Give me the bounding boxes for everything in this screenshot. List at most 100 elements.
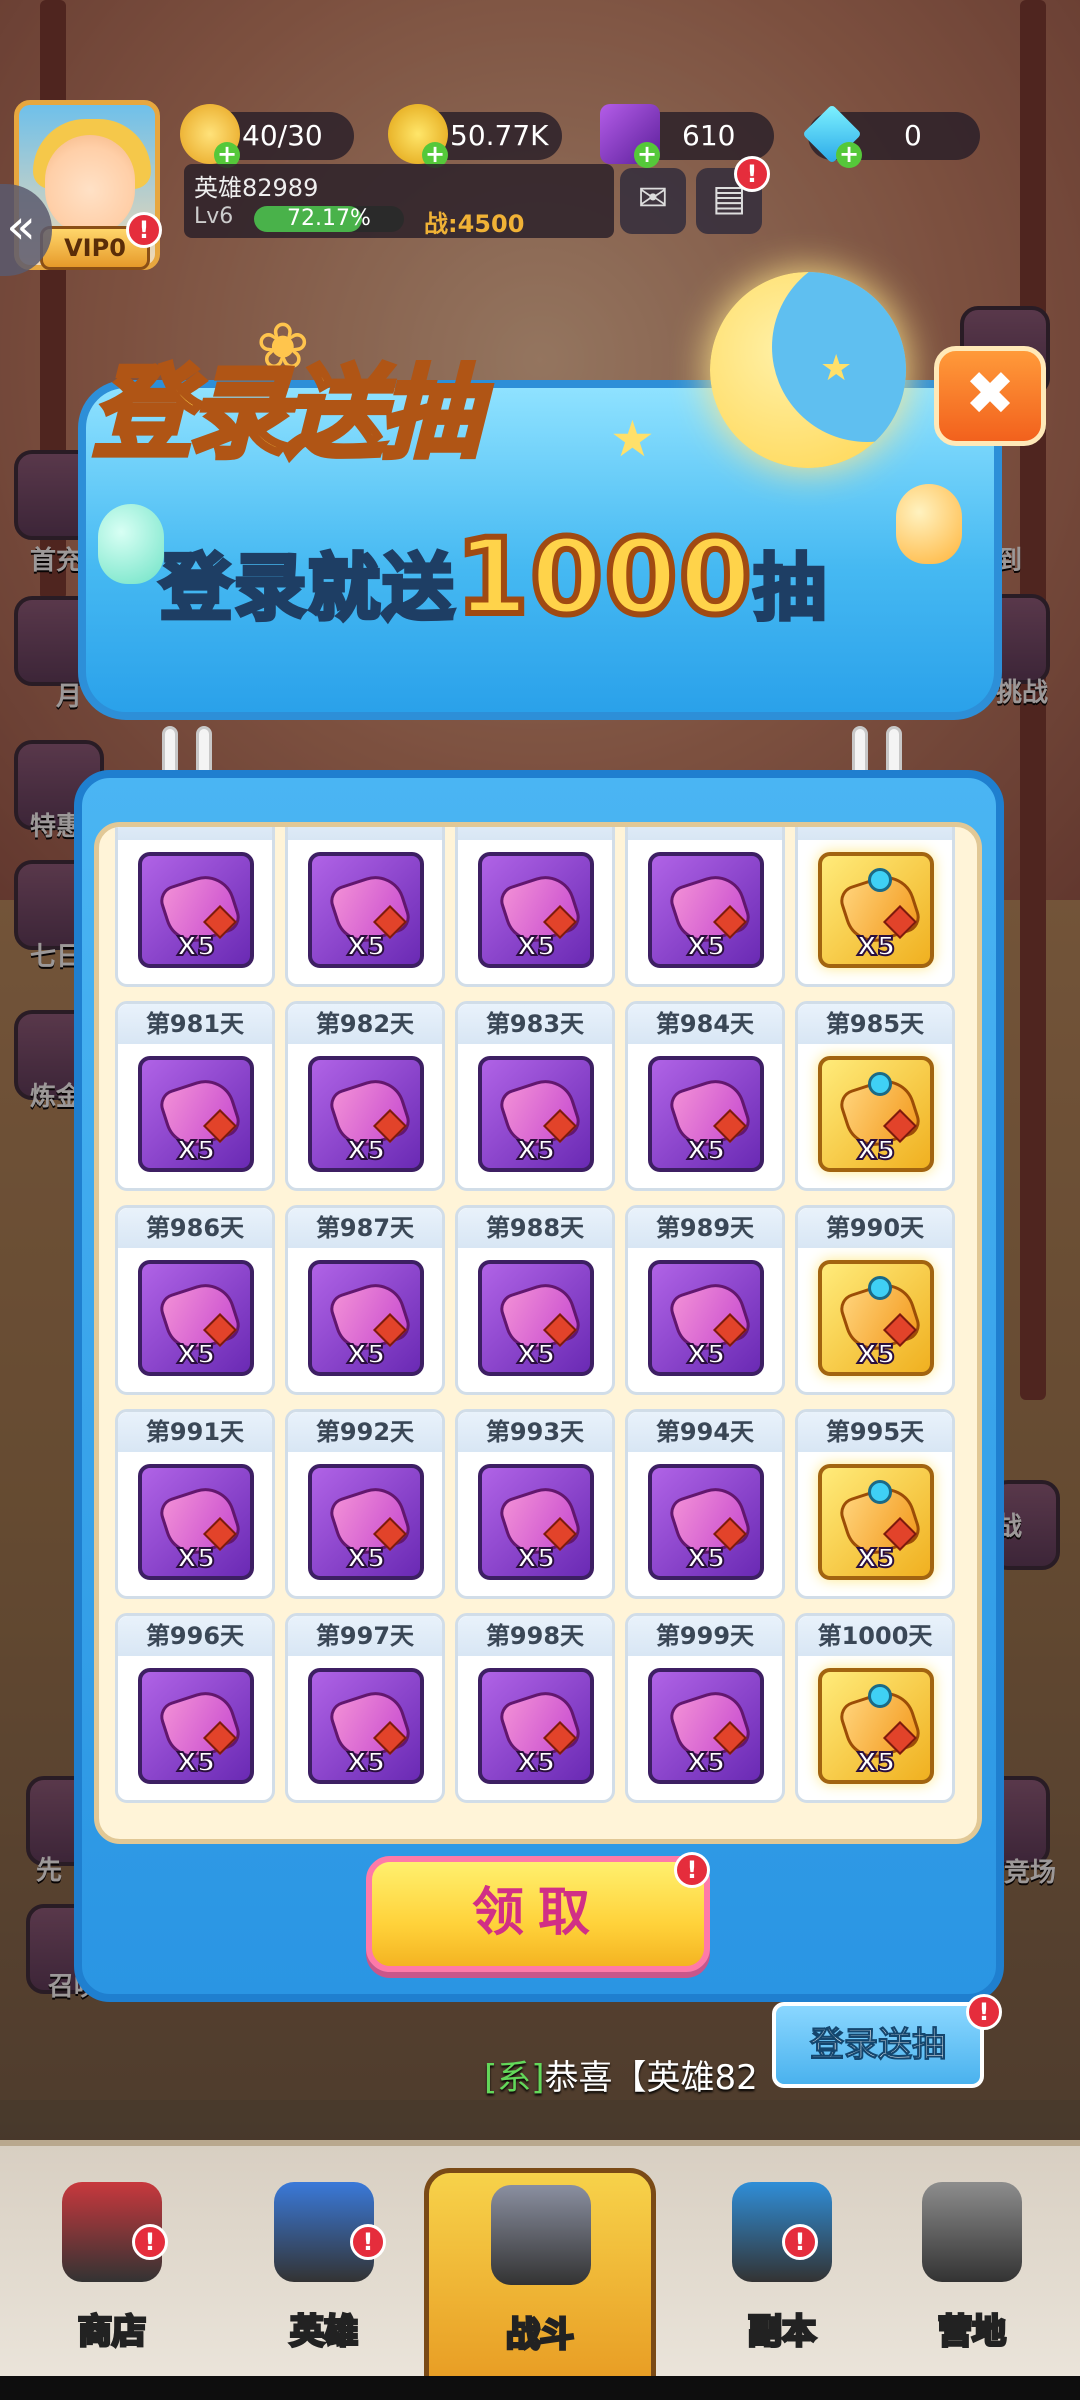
item-quantity: X5 [176, 931, 216, 963]
day-label: 第998天 [458, 1616, 612, 1656]
reward-cell: 第998天 X5 [455, 1613, 615, 1803]
xp-percent: 72.17% [287, 206, 371, 231]
system-chat-message[interactable]: [系]恭喜【英雄82 [484, 2050, 758, 2099]
reward-cell: X5 [115, 827, 275, 987]
moon-icon [710, 272, 906, 468]
crossed-swords-icon [491, 2185, 591, 2285]
reward-cell: X5 [625, 827, 785, 987]
purple-summon-scroll-icon[interactable]: X5 [308, 1464, 424, 1580]
reward-cell: 第983天 X5 [455, 1001, 615, 1191]
login-gift-float-button[interactable]: 登录送抽 [772, 2002, 984, 2088]
purple-summon-scroll-icon[interactable]: X5 [478, 1464, 594, 1580]
system-home-bar [0, 2376, 1080, 2400]
reward-cell: 第997天 X5 [285, 1613, 445, 1803]
item-quantity: X5 [176, 1339, 216, 1371]
nav-heroes[interactable]: 英雄 [234, 2170, 414, 2400]
reward-cell: 第991天 X5 [115, 1409, 275, 1599]
add-diamond-icon[interactable]: + [836, 142, 862, 168]
purple-summon-scroll-icon[interactable]: X5 [648, 1260, 764, 1376]
gold-summon-scroll-icon[interactable]: X5 [818, 1260, 934, 1376]
purple-summon-scroll-icon[interactable]: X5 [308, 852, 424, 968]
item-quantity: X5 [686, 1135, 726, 1167]
notification-dot: ! [782, 2224, 818, 2260]
day-label: 第982天 [288, 1004, 442, 1044]
purple-summon-scroll-icon[interactable]: X5 [138, 1668, 254, 1784]
gold-counter[interactable]: + 50.77K [388, 104, 562, 168]
nav-camp[interactable]: 营地 [882, 2170, 1062, 2400]
banner-subtitle: 登录就送1000抽 [158, 513, 828, 641]
day-label: 第992天 [288, 1412, 442, 1452]
balloon-icon [98, 504, 164, 584]
xp-progress-bar: 72.17% [254, 206, 404, 232]
notification-dot: ! [350, 2224, 386, 2260]
purple-summon-scroll-icon[interactable]: X5 [648, 852, 764, 968]
day-label [118, 827, 272, 840]
reward-cell: X5 [795, 827, 955, 987]
gold-summon-scroll-icon[interactable]: X5 [818, 852, 934, 968]
purple-summon-scroll-icon[interactable]: X5 [138, 1260, 254, 1376]
cube-value: 610 [682, 119, 736, 152]
notification-dot: ! [966, 1994, 1002, 2030]
purple-summon-scroll-icon[interactable]: X5 [308, 1056, 424, 1172]
item-quantity: X5 [686, 931, 726, 963]
banner-title: 登录送抽 [90, 353, 483, 475]
stamina-value: 40/30 [242, 119, 323, 152]
purple-summon-scroll-icon[interactable]: X5 [648, 1464, 764, 1580]
avatar-face [45, 135, 135, 235]
day-label: 第999天 [628, 1616, 782, 1656]
reward-cell: 第981天 X5 [115, 1001, 275, 1191]
item-quantity: X5 [516, 1543, 556, 1575]
reward-cell: 第995天 X5 [795, 1409, 955, 1599]
nav-shop[interactable]: 商店 [22, 2170, 202, 2400]
star-icon: ★ [820, 348, 853, 389]
day-label: 第984天 [628, 1004, 782, 1044]
day-label: 第990天 [798, 1208, 952, 1248]
diamond-value: 0 [904, 119, 922, 152]
purple-summon-scroll-icon[interactable]: X5 [138, 1464, 254, 1580]
player-level: Lv6 [194, 204, 234, 229]
purple-summon-scroll-icon[interactable]: X5 [478, 1056, 594, 1172]
diamond-counter[interactable]: + 0 [802, 104, 980, 168]
cube-counter[interactable]: + 610 [600, 104, 774, 168]
item-quantity: X5 [176, 1747, 216, 1779]
mail-icon: ✉ [637, 178, 669, 219]
reward-cell: 第990天 X5 [795, 1205, 955, 1395]
reward-grid: X5 X5 X5 X5 X5 第981天 X5 第982天 X5 第983天 X5 第984天 X5 第9… [115, 827, 971, 1839]
purple-summon-scroll-icon[interactable]: X5 [648, 1056, 764, 1172]
day-label: 第993天 [458, 1412, 612, 1452]
add-cube-icon[interactable]: + [634, 142, 660, 168]
claim-button[interactable]: 领取 [366, 1856, 710, 1972]
gold-summon-scroll-icon[interactable]: X5 [818, 1056, 934, 1172]
purple-summon-scroll-icon[interactable]: X5 [138, 852, 254, 968]
item-quantity: X5 [346, 1135, 386, 1167]
gold-summon-scroll-icon[interactable]: X5 [818, 1464, 934, 1580]
nav-label: 商店 [77, 2311, 148, 2354]
nav-dungeon[interactable]: 副本 [692, 2170, 872, 2400]
reward-cell: X5 [285, 827, 445, 987]
nav-battle[interactable]: 战斗 [424, 2168, 656, 2398]
day-label: 第996天 [118, 1616, 272, 1656]
item-quantity: X5 [856, 1135, 896, 1167]
purple-summon-scroll-icon[interactable]: X5 [308, 1260, 424, 1376]
player-info-bar: 英雄82989 Lv6 72.17% 战:4500 [184, 164, 614, 238]
reward-cell: 第999天 X5 [625, 1613, 785, 1803]
dungeon-shield-icon [732, 2182, 832, 2282]
item-quantity: X5 [686, 1747, 726, 1779]
purple-summon-scroll-icon[interactable]: X5 [478, 1260, 594, 1376]
purple-summon-scroll-icon[interactable]: X5 [308, 1668, 424, 1784]
item-quantity: X5 [176, 1543, 216, 1575]
day-label [628, 827, 782, 840]
close-button[interactable]: ✖ [934, 346, 1046, 446]
purple-summon-scroll-icon[interactable]: X5 [478, 852, 594, 968]
stamina-counter[interactable]: + 40/30 [180, 104, 354, 168]
purple-summon-scroll-icon[interactable]: X5 [478, 1668, 594, 1784]
balloon-icon [896, 484, 962, 564]
item-quantity: X5 [516, 931, 556, 963]
mail-button[interactable]: ✉ [620, 168, 686, 234]
day-label: 第983天 [458, 1004, 612, 1044]
rewards-scroll-area[interactable]: X5 X5 X5 X5 X5 第981天 X5 第982天 X5 第983天 X5 第984天 X5 第9… [94, 822, 982, 1844]
purple-summon-scroll-icon[interactable]: X5 [138, 1056, 254, 1172]
gold-summon-scroll-icon[interactable]: X5 [818, 1668, 934, 1784]
purple-summon-scroll-icon[interactable]: X5 [648, 1668, 764, 1784]
item-quantity: X5 [516, 1339, 556, 1371]
